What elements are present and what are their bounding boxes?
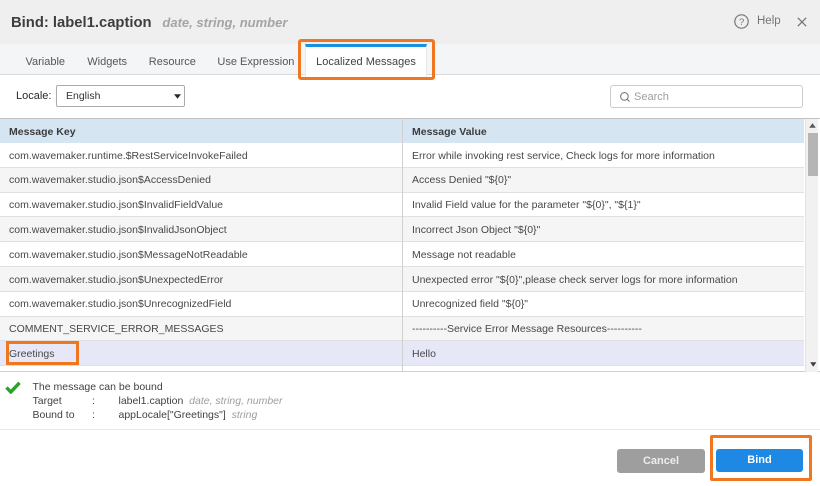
svg-text:?: ? bbox=[739, 17, 744, 28]
